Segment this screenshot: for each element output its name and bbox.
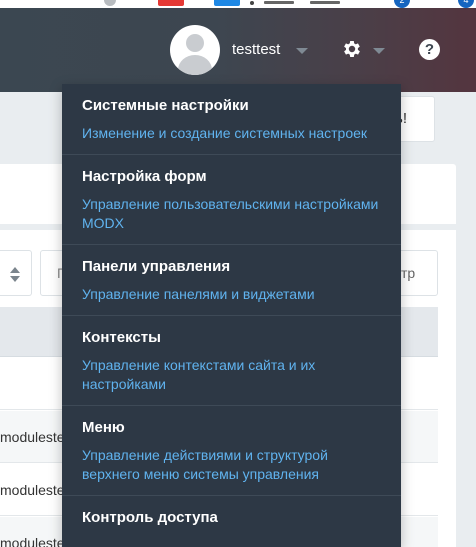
bookmark-label-fragment[interactable] [310,1,340,4]
bookmark-blue-icon[interactable] [214,0,240,6]
manager-header: testtest ? [0,8,476,92]
menu-item-title[interactable]: Системные настройки [82,96,381,116]
avatar-head-shape [186,34,204,52]
menu-item-description[interactable]: Управление пользовательскими настройками… [82,195,381,233]
bookmark-globe-icon[interactable] [104,0,116,6]
avatar-body-shape [178,55,212,75]
settings-dropdown-menu: Системные настройки Изменение и создание… [62,84,401,547]
bookmark-red-icon[interactable] [158,0,184,6]
menu-item-system-settings[interactable]: Системные настройки Изменение и создание… [62,84,401,155]
menu-item-title[interactable]: Панели управления [82,257,381,277]
menu-item-description[interactable]: Управление контекстами сайта и их настро… [82,356,381,394]
bookmark-label-fragment[interactable] [264,1,294,4]
notification-badge[interactable]: 2 [394,0,410,8]
bookmark-dot-icon [250,1,254,5]
menu-item-description[interactable]: Управление панелями и виджетами [82,285,381,304]
notification-badge[interactable]: 4 [458,0,474,8]
help-icon[interactable]: ? [419,39,440,60]
browser-bookmarks-bar: 2 4 [0,0,476,8]
gear-icon[interactable] [341,38,363,60]
menu-item-title[interactable]: Контроль доступа [82,508,381,528]
chevron-down-icon[interactable] [373,48,385,54]
menu-item-menus[interactable]: Меню Управление действиями и структурой … [62,406,401,496]
menu-item-title[interactable]: Меню [82,418,381,438]
menu-item-title[interactable]: Настройка форм [82,167,381,187]
menu-item-form-customization[interactable]: Настройка форм Управление пользовательск… [62,155,401,245]
menu-item-description[interactable]: Изменение и создание системных настроек [82,124,381,143]
chevron-down-icon[interactable] [296,48,308,54]
menu-item-description[interactable]: Управление действиями и структурой верхн… [82,446,381,484]
username-label[interactable]: testtest [232,41,280,59]
user-avatar[interactable] [170,25,220,75]
menu-item-dashboards[interactable]: Панели управления Управление панелями и … [62,245,401,316]
sort-up-icon [10,267,20,273]
menu-item-contexts[interactable]: Контексты Управление контекстами сайта и… [62,316,401,406]
sort-down-icon [10,276,20,282]
sort-select[interactable] [0,250,32,296]
menu-item-title[interactable]: Контексты [82,328,381,348]
menu-item-access-control[interactable]: Контроль доступа [62,496,401,547]
